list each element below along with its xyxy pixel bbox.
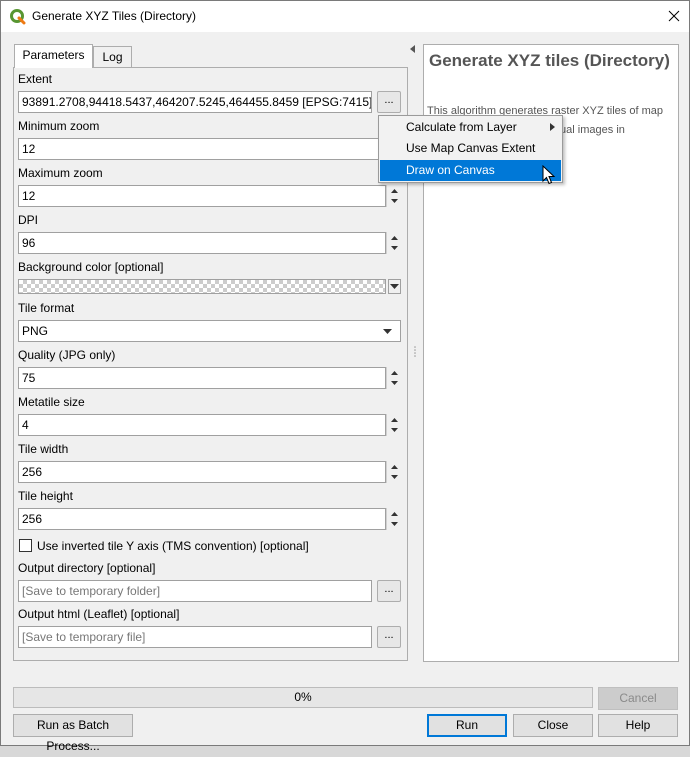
dropdown-arrow-icon (383, 329, 392, 334)
chevron-up-down-icon (391, 236, 398, 250)
quality-spinner[interactable] (386, 367, 401, 389)
context-menu: Calculate from Layer Use Map Canvas Exte… (378, 115, 563, 183)
tile-height-spinner[interactable] (386, 508, 401, 530)
collapse-arrow-icon[interactable] (410, 45, 416, 53)
chevron-up-down-icon (391, 189, 398, 203)
dpi-spinner[interactable] (386, 232, 401, 254)
tile-format-value: PNG (22, 324, 49, 338)
menu-item-draw-on-canvas[interactable]: Draw on Canvas (380, 160, 561, 181)
dpi-field[interactable]: 96 (18, 232, 386, 254)
min-zoom-label: Minimum zoom (18, 119, 100, 133)
output-html-field[interactable]: [Save to temporary file] (18, 626, 372, 648)
metatile-field[interactable]: 4 (18, 414, 386, 436)
output-html-label: Output html (Leaflet) [optional] (18, 607, 180, 621)
bg-color-swatch[interactable] (18, 279, 386, 294)
chevron-up-down-icon (391, 465, 398, 479)
close-button[interactable]: Close (513, 714, 593, 737)
chevron-up-down-icon (391, 371, 398, 385)
dialog-window: Generate XYZ Tiles (Directory) Parameter… (0, 0, 690, 753)
submenu-arrow-icon (550, 123, 555, 131)
chevron-up-down-icon (391, 512, 398, 526)
help-title: Generate XYZ tiles (Directory) (429, 51, 670, 70)
dropdown-arrow-icon (390, 284, 399, 289)
menu-item-calculate-from-layer[interactable]: Calculate from Layer (380, 117, 561, 138)
tile-height-field[interactable]: 256 (18, 508, 386, 530)
tile-width-field[interactable]: 256 (18, 461, 386, 483)
run-batch-button[interactable]: Run as Batch Process... (13, 714, 133, 753)
output-html-browse-button[interactable]: ... (377, 626, 401, 648)
output-dir-field[interactable]: [Save to temporary folder] (18, 580, 372, 602)
tms-checkbox[interactable] (19, 539, 32, 552)
qgis-logo-icon (10, 9, 26, 25)
tms-label: Use inverted tile Y axis (TMS convention… (37, 539, 309, 553)
extent-label: Extent (18, 72, 53, 86)
max-zoom-field[interactable]: 12 (18, 185, 386, 207)
menu-item-label: Calculate from Layer (406, 120, 517, 134)
output-dir-browse-button[interactable]: ... (377, 580, 401, 602)
tile-width-spinner[interactable] (386, 461, 401, 483)
bg-color-label: Background color [optional] (18, 260, 164, 274)
tile-width-label: Tile width (18, 442, 69, 456)
splitter-handle[interactable] (413, 345, 417, 359)
output-dir-label: Output directory [optional] (18, 561, 156, 575)
help-button[interactable]: Help (598, 714, 678, 737)
tab-parameters[interactable]: Parameters (14, 44, 93, 68)
dpi-label: DPI (18, 213, 39, 227)
progress-bar: 0% (13, 687, 593, 708)
window-close-button[interactable] (659, 1, 689, 32)
min-zoom-field[interactable]: 12 (18, 138, 401, 160)
chevron-up-down-icon (391, 418, 398, 432)
title-bar: Generate XYZ Tiles (Directory) (1, 1, 689, 32)
bg-color-dropdown-button[interactable] (388, 279, 401, 294)
window-title: Generate XYZ Tiles (Directory) (32, 9, 197, 23)
extent-field[interactable]: 93891.2708,94418.5437,464207.5245,464455… (18, 91, 372, 113)
tile-format-label: Tile format (18, 301, 75, 315)
metatile-label: Metatile size (18, 395, 85, 409)
max-zoom-spinner[interactable] (386, 185, 401, 207)
mouse-cursor-icon (542, 165, 556, 185)
close-icon (668, 10, 680, 22)
tile-format-select[interactable]: PNG (18, 320, 401, 342)
quality-label: Quality (JPG only) (18, 348, 116, 362)
cancel-button[interactable]: Cancel (598, 687, 678, 710)
metatile-spinner[interactable] (386, 414, 401, 436)
run-button[interactable]: Run (427, 714, 507, 737)
tab-log[interactable]: Log (93, 46, 132, 68)
tile-height-label: Tile height (18, 489, 73, 503)
extent-options-button[interactable]: ... (377, 91, 401, 113)
quality-field[interactable]: 75 (18, 367, 386, 389)
menu-item-use-map-canvas-extent[interactable]: Use Map Canvas Extent (380, 138, 561, 159)
max-zoom-label: Maximum zoom (18, 166, 103, 180)
